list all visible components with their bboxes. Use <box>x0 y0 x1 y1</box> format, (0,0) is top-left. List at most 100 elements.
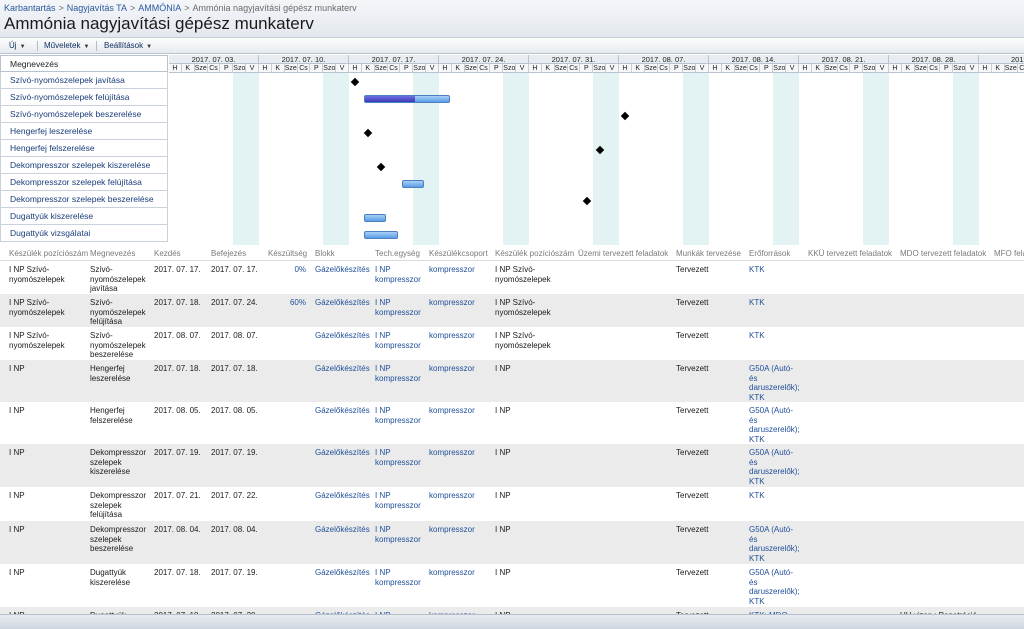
cell-tech[interactable]: I NP kompresszor <box>375 298 427 317</box>
column-header[interactable]: Üzemi tervezett feladatok <box>578 249 668 258</box>
cell-res[interactable]: G50A (Autó-és daruszerelők); KTK <box>749 448 801 486</box>
timeline-day-label: H <box>169 64 182 73</box>
cell-block[interactable]: Gázelőkészítés <box>315 525 371 535</box>
column-header[interactable]: Megnevezés <box>90 249 135 258</box>
cell-tech[interactable]: I NP kompresszor <box>375 568 427 587</box>
timeline-day-label: Sze <box>464 64 478 73</box>
cell-plan: Tervezett <box>676 406 709 415</box>
gantt-task-name[interactable]: Szívó-nyomószelepek felújítása <box>0 89 168 106</box>
gantt-task-name[interactable]: Dekompresszor szelepek kiszerelése <box>0 157 168 174</box>
gantt-milestone[interactable] <box>582 196 592 205</box>
gantt-milestone[interactable] <box>351 77 360 86</box>
cell-block[interactable]: Gázelőkészítés <box>315 491 371 501</box>
gantt-task-name[interactable]: Szívó-nyomószelepek beszerelése <box>0 106 168 123</box>
cell-group[interactable]: kompresszor <box>429 331 489 341</box>
gantt-bar[interactable] <box>363 94 450 103</box>
cell-group[interactable]: kompresszor <box>429 298 489 308</box>
list-item[interactable]: I NP Dekompresszor szelepek beszerelése 20… <box>0 521 1024 564</box>
list-item[interactable]: I NP Szívó-nyomószelepek Szívó-nyomószele… <box>0 327 1024 360</box>
column-header[interactable]: Erőforrások <box>749 249 790 258</box>
actions-menu-button[interactable]: Műveletek ▼ <box>41 40 92 52</box>
column-header[interactable]: KKÜ tervezett feladatok <box>808 249 892 258</box>
cell-res[interactable]: G50A (Autó-és daruszerelők); KTK <box>749 568 801 606</box>
gantt-milestone[interactable] <box>621 111 630 120</box>
gantt-chart[interactable]: 2017. 07. 03. H K Sze Cs P Szo V 2017. 07. 10. H K… <box>169 55 1024 245</box>
breadcrumb-link-nagyjavitas[interactable]: Nagyjavítás TA <box>67 3 127 13</box>
column-header[interactable]: Befejezés <box>211 249 246 258</box>
column-header[interactable]: Készültség <box>268 249 307 258</box>
list-item[interactable]: I NP Hengerfej felszerelése 2017. 08. 05. 2… <box>0 402 1024 444</box>
cell-tech[interactable]: I NP kompresszor <box>375 406 427 425</box>
column-header[interactable]: Készülék pozíciószám <box>9 249 88 258</box>
settings-menu-button[interactable]: Beállítások ▼ <box>101 40 155 52</box>
gantt-bar[interactable] <box>363 230 399 239</box>
cell-res[interactable]: KTK <box>749 298 801 308</box>
cell-progress[interactable]: 0% <box>268 265 306 275</box>
gantt-bar[interactable] <box>363 213 386 222</box>
cell-group[interactable]: kompresszor <box>429 568 489 578</box>
gantt-task-name[interactable]: Dekompresszor szelepek felújítása <box>0 174 168 191</box>
timeline-week-label: 2017. 07. 03. <box>169 55 259 64</box>
list-item[interactable]: I NPDugattyúk2017. 07. 18.2017. 07. 20.G… <box>0 607 1024 614</box>
gantt-task-name[interactable]: Dugattyúk vizsgálatai <box>0 225 168 242</box>
cell-group[interactable]: kompresszor <box>429 448 489 458</box>
cell-block[interactable]: Gázelőkészítés <box>315 568 371 578</box>
list-item[interactable]: I NP Szívó-nyomószelepek Szívó-nyomószele… <box>0 261 1024 294</box>
list-item[interactable]: I NP Dugattyúk kiszerelése 2017. 07. 18. 20… <box>0 564 1024 607</box>
gantt-task-name[interactable]: Dugattyúk kiszerelése <box>0 208 168 225</box>
breadcrumb-current: Ammónia nagyjavítási gépész munkaterv <box>192 3 357 13</box>
new-menu-button[interactable]: Új ▼ <box>6 40 29 52</box>
list-item[interactable]: I NP Dekompresszor szelepek kiszerelése 20… <box>0 444 1024 487</box>
cell-tech[interactable]: I NP kompresszor <box>375 364 427 383</box>
cell-group[interactable]: kompresszor <box>429 525 489 535</box>
cell-block[interactable]: Gázelőkészítés <box>315 364 371 374</box>
column-header[interactable]: Kezdés <box>154 249 181 258</box>
column-header[interactable]: MDO tervezett feladatok <box>900 249 986 258</box>
cell-block[interactable]: Gázelőkészítés <box>315 298 371 308</box>
cell-res[interactable]: KTK <box>749 331 801 341</box>
gantt-task-name[interactable]: Dekompresszor szelepek beszerelése <box>0 191 168 208</box>
list-item[interactable]: I NP Hengerfej leszerelése 2017. 07. 18. 20… <box>0 360 1024 402</box>
cell-block[interactable]: Gázelőkészítés <box>315 406 371 416</box>
weekend-column <box>593 73 607 245</box>
column-header[interactable]: MFO felad <box>994 249 1024 258</box>
cell-block[interactable]: Gázelőkészítés <box>315 331 371 341</box>
cell-group[interactable]: kompresszor <box>429 406 489 416</box>
gantt-milestone[interactable] <box>364 128 373 137</box>
gantt-bar[interactable] <box>402 179 425 188</box>
cell-tech[interactable]: I NP kompresszor <box>375 491 427 510</box>
timeline-day-label: K <box>631 64 645 73</box>
cell-group[interactable]: kompresszor <box>429 364 489 374</box>
cell-res[interactable]: KTK <box>749 491 801 501</box>
gantt-task-name[interactable]: Hengerfej leszerelése <box>0 123 168 140</box>
cell-tech[interactable]: I NP kompresszor <box>375 331 427 350</box>
cell-tech[interactable]: I NP kompresszor <box>375 448 427 467</box>
cell-progress[interactable]: 60% <box>268 298 306 308</box>
list-item[interactable]: I NP Szívó-nyomószelepek Szívó-nyomószele… <box>0 294 1024 327</box>
cell-group[interactable]: kompresszor <box>429 491 489 501</box>
gantt-milestone[interactable] <box>376 162 386 171</box>
timeline-day-label: Cs <box>747 64 761 73</box>
weekend-column <box>773 73 787 245</box>
cell-group[interactable]: kompresszor <box>429 265 489 275</box>
column-header[interactable]: Blokk <box>315 249 335 258</box>
cell-res[interactable]: KTK <box>749 265 801 275</box>
breadcrumb-link-karbantartas[interactable]: Karbantartás <box>4 3 56 13</box>
cell-block[interactable]: Gázelőkészítés <box>315 448 371 458</box>
cell-res[interactable]: G50A (Autó-és daruszerelők); KTK <box>749 525 801 563</box>
cell-block[interactable]: Gázelőkészítés <box>315 265 371 275</box>
gantt-task-name[interactable]: Szívó-nyomószelepek javítása <box>0 72 168 89</box>
column-header[interactable]: Készülék pozíciószám <box>495 249 574 258</box>
weekend-column <box>516 73 529 245</box>
list-item[interactable]: I NP Dekompresszor szelepek felújítása 201… <box>0 487 1024 521</box>
cell-tech[interactable]: I NP kompresszor <box>375 525 427 544</box>
column-header[interactable]: Készülékcsoport <box>429 249 488 258</box>
cell-tech[interactable]: I NP kompresszor <box>375 265 427 284</box>
gantt-task-name[interactable]: Hengerfej felszerelése <box>0 140 168 157</box>
column-header[interactable]: Tech.egység <box>375 249 420 258</box>
cell-res[interactable]: G50A (Autó-és daruszerelők); KTK <box>749 406 801 444</box>
breadcrumb-link-ammonia[interactable]: AMMÓNIA <box>138 3 181 13</box>
cell-res[interactable]: G50A (Autó-és daruszerelők); KTK <box>749 364 801 402</box>
column-header[interactable]: Munkák tervezése <box>676 249 741 258</box>
timeline-day-label: Szo <box>233 64 247 73</box>
